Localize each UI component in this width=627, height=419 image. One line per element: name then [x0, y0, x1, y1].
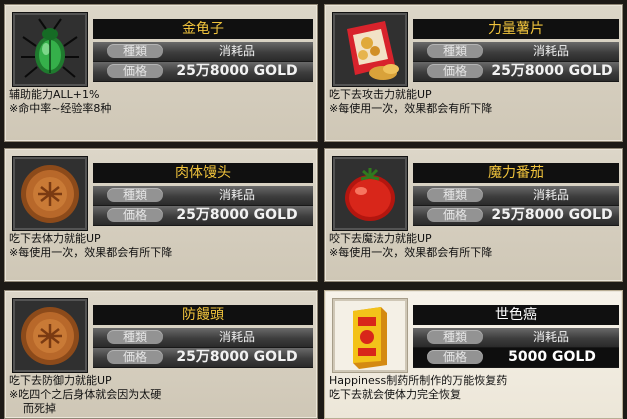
desc-line: ※每使用一次，效果都会有所下降 — [9, 246, 173, 259]
item-name: 金龟子 — [93, 19, 313, 39]
price-row: 価格 25万8000 GOLD — [93, 206, 313, 226]
type-label: 種類 — [107, 330, 163, 344]
price-label: 価格 — [107, 64, 163, 78]
type-label: 種類 — [427, 44, 483, 58]
desc-line: 吃下去防御力就能UP — [9, 374, 112, 387]
desc-line: ※每使用一次，效果都会有所下降 — [329, 102, 493, 115]
medicine-box-icon — [332, 298, 408, 373]
price-label: 価格 — [427, 64, 483, 78]
item-name: 魔力番茄 — [413, 163, 619, 183]
desc-line: ※每使用一次，效果都会有所下降 — [329, 246, 493, 259]
type-row: 種類 消耗品 — [413, 42, 619, 62]
item-card-nikutai-manju[interactable]: 肉体馒头 種類 消耗品 価格 25万8000 GOLD 吃下去体力就能UP ※每… — [4, 148, 318, 282]
item-card-power-chips[interactable]: 力量薯片 種類 消耗品 価格 25万8000 GOLD 吃下去攻击力就能UP ※… — [324, 4, 623, 142]
item-description: 吃下去防御力就能UP ※吃四个之后身体就会因为太硬 而死掉 — [9, 374, 299, 416]
price-value: 25万8000 GOLD — [491, 63, 613, 79]
price-row: 価格 5000 GOLD — [413, 348, 619, 368]
mooncake-icon — [12, 156, 88, 231]
desc-line: Happiness制药所制作的万能恢复药 — [329, 374, 508, 387]
price-value: 25万8000 GOLD — [176, 349, 298, 365]
price-row: 価格 25万8000 GOLD — [413, 206, 619, 226]
type-value: 消耗品 — [218, 44, 255, 58]
tomato-icon — [332, 156, 408, 231]
price-label: 価格 — [107, 350, 163, 364]
desc-line: 咬下去魔法力就能UP — [329, 232, 432, 245]
beetle-icon — [12, 12, 88, 87]
type-label: 種類 — [427, 330, 483, 344]
type-label: 種類 — [107, 188, 163, 202]
price-value: 5000 GOLD — [508, 349, 596, 365]
price-value: 25万8000 GOLD — [491, 207, 613, 223]
item-name: 肉体馒头 — [93, 163, 313, 183]
type-row: 種類 消耗品 — [93, 42, 313, 62]
price-value: 25万8000 GOLD — [176, 63, 298, 79]
price-row: 価格 25万8000 GOLD — [413, 62, 619, 82]
type-label: 種類 — [107, 44, 163, 58]
item-description: 吃下去体力就能UP ※每使用一次，效果都会有所下降 — [9, 232, 299, 260]
item-description: Happiness制药所制作的万能恢复药 吃下去就会使体力完全恢复 — [329, 374, 619, 402]
item-description: 吃下去攻击力就能UP ※每使用一次，效果都会有所下降 — [329, 88, 619, 116]
item-name: 防饅頭 — [93, 305, 313, 325]
type-value: 消耗品 — [218, 330, 255, 344]
price-row: 価格 25万8000 GOLD — [93, 62, 313, 82]
desc-line: 而死掉 — [23, 402, 56, 415]
type-row: 種類 消耗品 — [413, 186, 619, 206]
type-value: 消耗品 — [532, 44, 569, 58]
item-description: 咬下去魔法力就能UP ※每使用一次，效果都会有所下降 — [329, 232, 619, 260]
item-name: 世色癌 — [413, 305, 619, 325]
item-name: 力量薯片 — [413, 19, 619, 39]
item-card-defense-manju[interactable]: 防饅頭 種類 消耗品 価格 25万8000 GOLD 吃下去防御力就能UP ※吃… — [4, 290, 318, 419]
item-card-seshokugan[interactable]: 世色癌 種類 消耗品 価格 5000 GOLD Happiness制药所制作的万… — [324, 290, 623, 419]
price-row: 価格 25万8000 GOLD — [93, 348, 313, 368]
chips-bag-icon — [332, 12, 408, 87]
type-row: 種類 消耗品 — [413, 328, 619, 348]
desc-line: ※吃四个之后身体就会因为太硬 — [9, 388, 162, 401]
desc-line: 吃下去就会使体力完全恢复 — [329, 388, 461, 401]
desc-line: 吃下去攻击力就能UP — [329, 88, 432, 101]
type-value: 消耗品 — [532, 330, 569, 344]
type-value: 消耗品 — [532, 188, 569, 202]
price-label: 価格 — [427, 208, 483, 222]
type-row: 種類 消耗品 — [93, 328, 313, 348]
price-label: 価格 — [427, 350, 483, 364]
type-row: 種類 消耗品 — [93, 186, 313, 206]
price-value: 25万8000 GOLD — [176, 207, 298, 223]
item-card-kinkame[interactable]: 金龟子 種類 消耗品 価格 25万8000 GOLD 辅助能力ALL+1% ※命… — [4, 4, 318, 142]
type-value: 消耗品 — [218, 188, 255, 202]
desc-line: 辅助能力ALL+1% — [9, 88, 100, 101]
type-label: 種類 — [427, 188, 483, 202]
price-label: 価格 — [107, 208, 163, 222]
item-card-magic-tomato[interactable]: 魔力番茄 種類 消耗品 価格 25万8000 GOLD 咬下去魔法力就能UP ※… — [324, 148, 623, 282]
desc-line: 吃下去体力就能UP — [9, 232, 101, 245]
desc-line: ※命中率~经验率8种 — [9, 102, 112, 115]
mooncake-icon — [12, 298, 88, 373]
item-description: 辅助能力ALL+1% ※命中率~经验率8种 — [9, 88, 299, 116]
